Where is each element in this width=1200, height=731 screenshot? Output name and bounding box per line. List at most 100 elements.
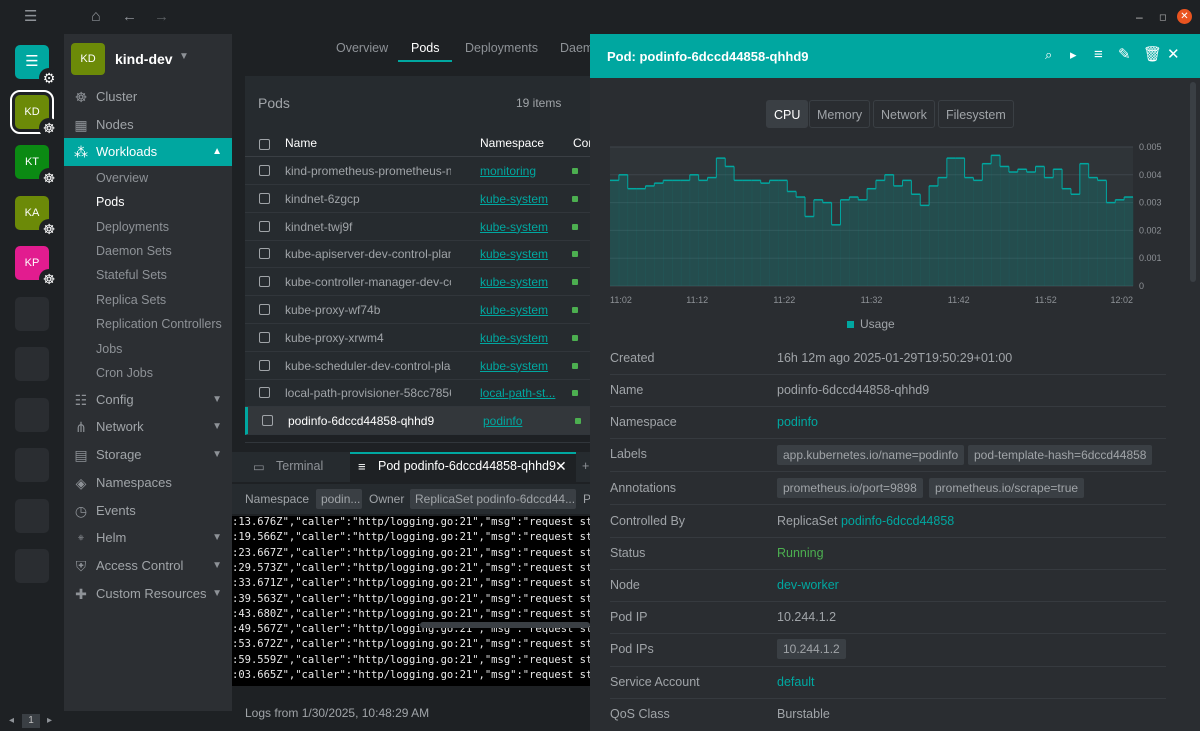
sidebar-item-network[interactable]: ⋔ Network ▼ — [64, 413, 232, 441]
table-row[interactable]: local-path-provisioner-58cc7856 local-pat… — [245, 379, 590, 408]
sidebar-subitem-replication-controllers[interactable]: Replication Controllers — [96, 312, 222, 336]
field-value-node[interactable]: dev-worker — [777, 578, 839, 592]
table-row[interactable]: kube-proxy-wf74b kube-system — [245, 296, 590, 324]
sidebar-item-access-control[interactable]: ⛨ Access Control ▼ — [64, 552, 232, 580]
tab-deployments[interactable]: Deployments — [465, 41, 538, 55]
sidebar-subitem-daemon-sets[interactable]: Daemon Sets — [96, 239, 172, 263]
row-checkbox[interactable] — [259, 165, 270, 176]
row-checkbox[interactable] — [259, 387, 270, 399]
close-tab-icon[interactable]: ✕ — [555, 458, 567, 475]
row-checkbox[interactable] — [259, 220, 270, 232]
close-icon[interactable]: ✕ — [1167, 46, 1180, 64]
metric-tab-network[interactable]: Network — [873, 100, 935, 128]
row-checkbox[interactable] — [259, 276, 270, 288]
namespace-select[interactable]: podin... — [316, 489, 362, 509]
tab-overview[interactable]: Overview — [336, 41, 388, 55]
metric-tab-filesystem[interactable]: Filesystem — [938, 100, 1014, 128]
table-row[interactable]: kindnet-twj9f kube-system — [245, 213, 590, 241]
log-output[interactable]: :13.676Z","caller":"http/logging.go:21",… — [232, 516, 590, 686]
next-page-icon[interactable]: ▸ — [47, 711, 52, 731]
select-all-checkbox[interactable] — [259, 139, 270, 150]
hotbar-empty-slot[interactable] — [15, 448, 49, 482]
menu-icon[interactable]: ☰ — [24, 9, 37, 25]
column-header-name[interactable]: Name — [285, 136, 317, 150]
sidebar-subitem-cron-jobs[interactable]: Cron Jobs — [96, 361, 153, 385]
logs-icon[interactable]: ≡ — [1094, 46, 1103, 64]
dock-tab-terminal[interactable]: Terminal — [276, 459, 323, 473]
minimize-icon[interactable]: – — [1136, 10, 1143, 24]
table-row[interactable]: kube-proxy-xrwm4 kube-system — [245, 324, 590, 352]
pod-namespace-link[interactable]: kube-system — [480, 247, 556, 261]
hotbar-empty-slot[interactable] — [15, 499, 49, 533]
hotbar-empty-slot[interactable] — [15, 398, 49, 432]
close-window-icon[interactable]: ✕ — [1177, 9, 1192, 24]
table-row[interactable]: kindnet-6zgcp kube-system — [245, 185, 590, 213]
prev-page-icon[interactable]: ◂ — [9, 711, 14, 731]
back-arrow-icon[interactable]: ← — [122, 9, 137, 25]
pod-namespace-link[interactable]: kube-system — [480, 275, 556, 289]
row-checkbox[interactable] — [259, 359, 270, 371]
dock-tab-pod-logs[interactable]: ≡ Pod podinfo-6dccd44858-qhhd9 ✕ — [350, 452, 576, 482]
hotbar-cluster-kd[interactable]: KD ☸ — [10, 90, 59, 138]
drawer-scrollbar[interactable] — [1190, 82, 1196, 282]
pod-namespace-link[interactable]: monitoring — [480, 164, 556, 178]
sidebar-item-workloads[interactable]: ⁂ Workloads ▲ — [64, 138, 232, 166]
row-checkbox[interactable] — [259, 248, 270, 260]
row-checkbox[interactable] — [259, 192, 270, 204]
row-checkbox[interactable] — [262, 415, 273, 427]
sidebar-subitem-deployments[interactable]: Deployments — [96, 215, 169, 239]
forward-arrow-icon[interactable]: → — [154, 9, 169, 25]
shell-icon[interactable]: ▸ — [1070, 46, 1077, 64]
table-row[interactable]: kube-scheduler-dev-control-plan kube-syst… — [245, 352, 590, 380]
pod-namespace-link[interactable]: podinfo — [483, 414, 559, 428]
catalog-button[interactable]: ☰ ⚙ — [15, 45, 59, 88]
pod-namespace-link[interactable]: kube-system — [480, 220, 556, 234]
pod-namespace-link[interactable]: kube-system — [480, 303, 556, 317]
sidebar-item-storage[interactable]: ▤ Storage ▼ — [64, 441, 232, 469]
add-tab-icon[interactable]: + — [582, 459, 589, 473]
table-row[interactable]: kind-prometheus-prometheus-n monitoring — [245, 157, 590, 185]
hotbar-empty-slot[interactable] — [15, 549, 49, 583]
tab-daemon-sets[interactable]: Daem — [560, 41, 593, 55]
sidebar-item-custom-resources[interactable]: ✚ Custom Resources ▼ — [64, 580, 232, 608]
hotbar-cluster-ka[interactable]: KA ☸ — [15, 196, 59, 239]
search-logs-icon[interactable]: ⌕ — [1045, 46, 1052, 64]
sidebar-item-cluster[interactable]: ☸ Cluster — [64, 83, 232, 111]
sidebar-item-helm[interactable]: ⎈ Helm ▼ — [64, 524, 232, 552]
hotbar-cluster-kt[interactable]: KT ☸ — [15, 145, 59, 188]
sidebar-item-nodes[interactable]: ▦ Nodes — [64, 111, 232, 139]
pod-namespace-link[interactable]: kube-system — [480, 359, 556, 373]
owner-select[interactable]: ReplicaSet podinfo-6dccd44... — [410, 489, 576, 509]
field-value-namespace[interactable]: podinfo — [777, 415, 818, 429]
hotbar-cluster-kp[interactable]: KP ☸ — [15, 246, 59, 289]
delete-icon[interactable]: 🗑 — [1143, 46, 1162, 64]
pod-namespace-link[interactable]: local-path-st... — [480, 386, 556, 400]
sidebar-subitem-pods[interactable]: Pods — [96, 190, 125, 214]
table-row[interactable]: kube-apiserver-dev-control-plan kube-syst… — [245, 240, 590, 269]
row-checkbox[interactable] — [259, 304, 270, 315]
sidebar-subitem-overview[interactable]: Overview — [96, 166, 148, 190]
sidebar-item-config[interactable]: ☷ Config ▼ — [64, 386, 232, 414]
hotbar-empty-slot[interactable] — [15, 297, 49, 331]
home-icon[interactable]: ⌂ — [91, 9, 101, 25]
metric-tab-memory[interactable]: Memory — [809, 100, 871, 128]
row-checkbox[interactable] — [259, 331, 270, 343]
controller-link[interactable]: podinfo-6dccd44858 — [841, 514, 954, 528]
tab-pods[interactable]: Pods — [411, 41, 440, 55]
table-row[interactable]: kube-controller-manager-dev-co kube-syste… — [245, 268, 590, 297]
sidebar-item-events[interactable]: ◷ Events — [64, 497, 232, 525]
edit-icon[interactable]: ✎ — [1118, 46, 1131, 64]
log-horizontal-scrollbar[interactable] — [420, 622, 590, 628]
maximize-icon[interactable]: ◻ — [1159, 10, 1166, 24]
hotbar-empty-slot[interactable] — [15, 347, 49, 381]
sidebar-subitem-stateful-sets[interactable]: Stateful Sets — [96, 263, 167, 287]
sidebar-item-namespaces[interactable]: ◈ Namespaces — [64, 469, 232, 497]
sidebar-subitem-jobs[interactable]: Jobs — [96, 337, 122, 361]
metric-tab-cpu[interactable]: CPU — [766, 100, 809, 128]
pod-namespace-link[interactable]: kube-system — [480, 331, 556, 345]
sidebar-subitem-replica-sets[interactable]: Replica Sets — [96, 288, 166, 312]
field-value-service-account[interactable]: default — [777, 675, 815, 689]
cluster-selector[interactable]: KD kind-dev ▼ — [71, 43, 231, 75]
table-row[interactable]: podinfo-6dccd44858-qhhd9 podinfo — [245, 407, 590, 436]
column-header-namespace[interactable]: Namespace — [480, 136, 544, 150]
